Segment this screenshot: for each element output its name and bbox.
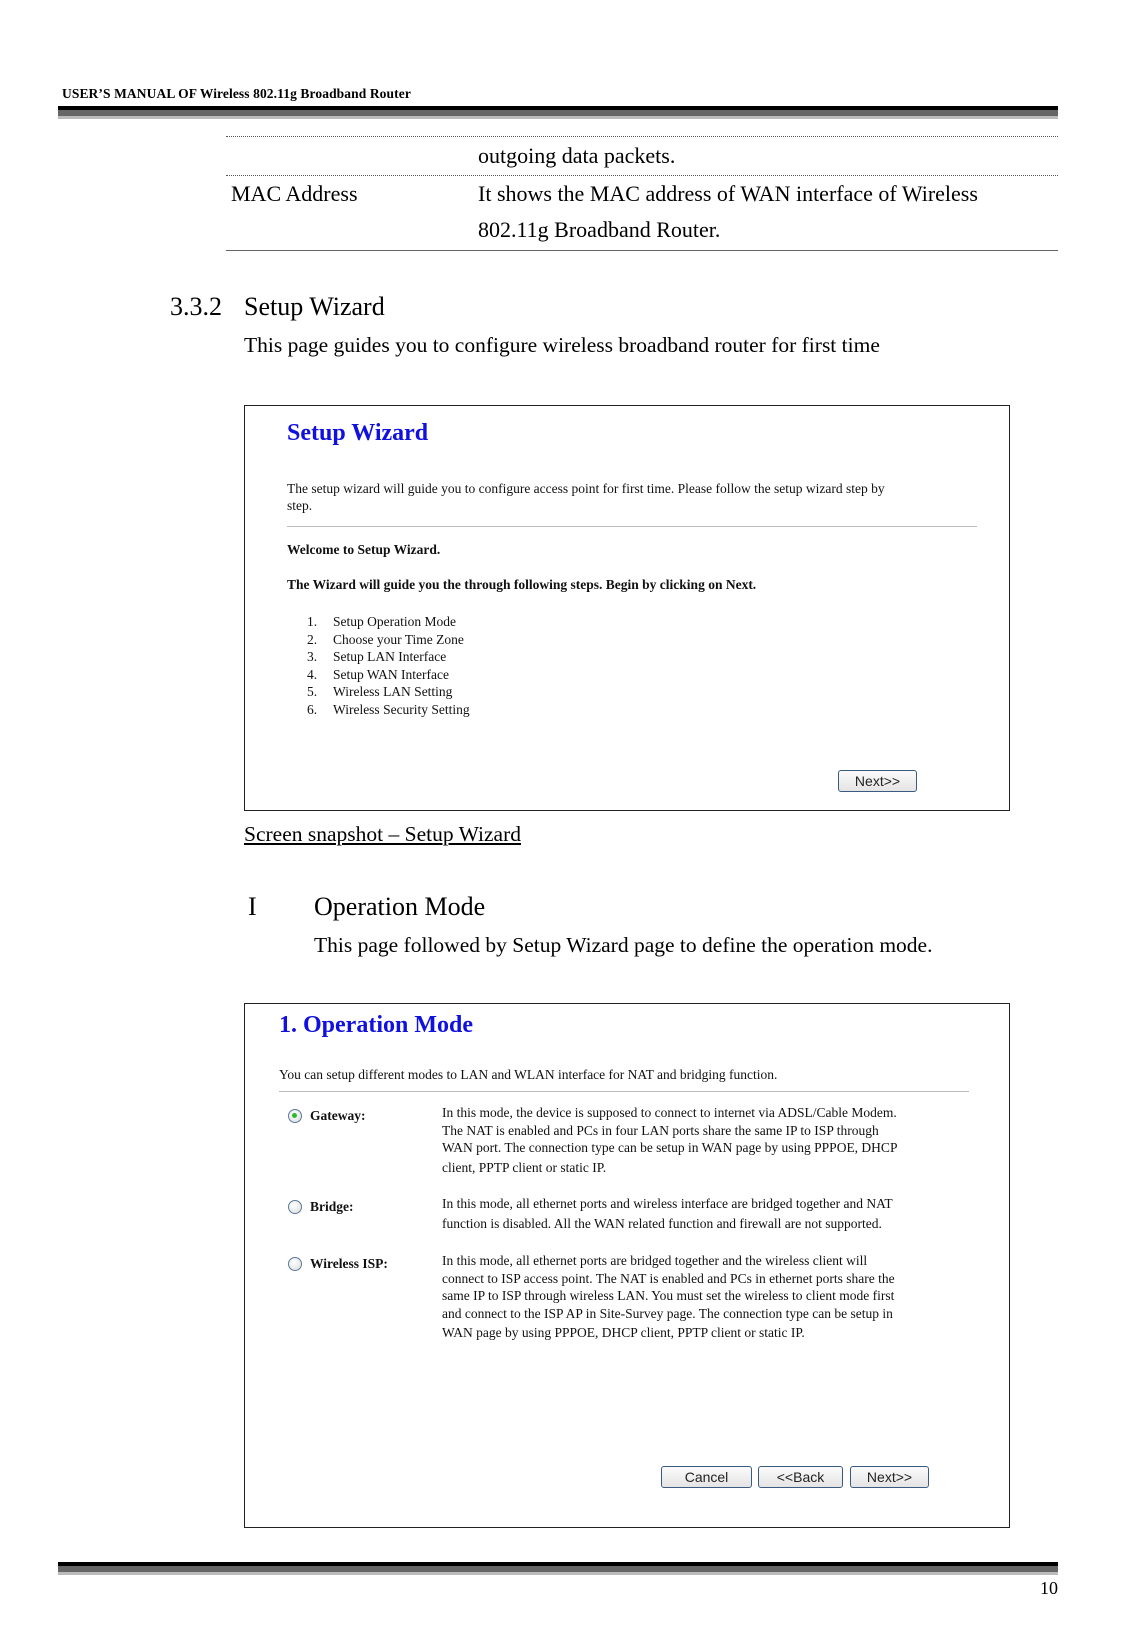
setup-wizard-screenshot: Setup Wizard The setup wizard will guide… [244,405,1010,811]
manual-header-title: USER’S MANUAL OF Wireless 802.11g Broadb… [62,86,411,101]
setup-wizard-intro: step. [287,498,313,513]
step-item: 6. Wireless Security Setting [307,701,470,717]
section-title: Setup Wizard [244,292,385,321]
table-cell-desc: It shows the MAC address of WAN interfac… [478,181,978,206]
subsection-number: I [248,892,257,921]
next-button[interactable]: Next>> [838,770,917,792]
table-cell-label: MAC Address [231,181,358,206]
guide-text: The Wizard will guide you the through fo… [287,577,757,592]
subsection-title: Operation Mode [314,892,486,921]
footer-rule [58,1562,1058,1575]
step-item: 5. Wireless LAN Setting [307,684,453,699]
step-item: 1. Setup Operation Mode [307,614,456,629]
welcome-text: Welcome to Setup Wizard. [287,542,441,557]
setup-wizard-intro: The setup wizard will guide you to confi… [287,481,885,496]
cancel-button[interactable]: Cancel [661,1466,752,1488]
subsection-description: This page followed by Setup Wizard page … [314,933,933,957]
section-description: This page guides you to configure wirele… [244,333,880,357]
operation-mode-heading: 1. Operation Mode [279,1012,473,1038]
screenshot-caption: Screen snapshot – Setup Wizard [244,822,521,846]
back-button[interactable]: <<Back [758,1466,843,1488]
header-rule [58,106,1058,119]
operation-mode-intro: You can setup different modes to LAN and… [279,1067,778,1082]
divider [279,1091,969,1092]
setup-wizard-heading: Setup Wizard [287,420,429,446]
table-divider [226,136,1058,137]
radio-selected-dot [292,1113,297,1118]
step-item: 2. Choose your Time Zone [307,631,464,647]
table-cell-desc: outgoing data packets. [478,143,676,168]
step-item: 4. Setup WAN Interface [307,666,449,682]
section-number: 3.3.2 [170,292,222,321]
operation-mode-screenshot: 1. Operation Mode You can setup differen… [244,1003,1010,1528]
wireless-isp-label: Wireless ISP: [310,1256,388,1271]
steps-list: 1. Setup Operation Mode 2. Choose your Tim… [307,613,470,718]
table-cell-desc: 802.11g Broadband Router. [478,217,721,242]
bridge-label: Bridge: [310,1199,354,1214]
wireless-isp-radio[interactable] [288,1257,302,1271]
step-item: 3. Setup LAN Interface [307,649,447,664]
page-number: 10 [1040,1578,1058,1598]
table-bottom-border [226,250,1058,251]
gateway-radio[interactable] [288,1109,302,1123]
gateway-label: Gateway: [310,1108,366,1123]
bridge-description: In this mode, all ethernet ports and wir… [442,1196,893,1231]
divider [287,526,977,527]
table-divider [226,175,1058,176]
next-button[interactable]: Next>> [850,1466,929,1488]
gateway-description: In this mode, the device is supposed to … [442,1105,898,1175]
bridge-radio[interactable] [288,1200,302,1214]
wireless-isp-description: In this mode, all ethernet ports are bri… [442,1253,895,1340]
